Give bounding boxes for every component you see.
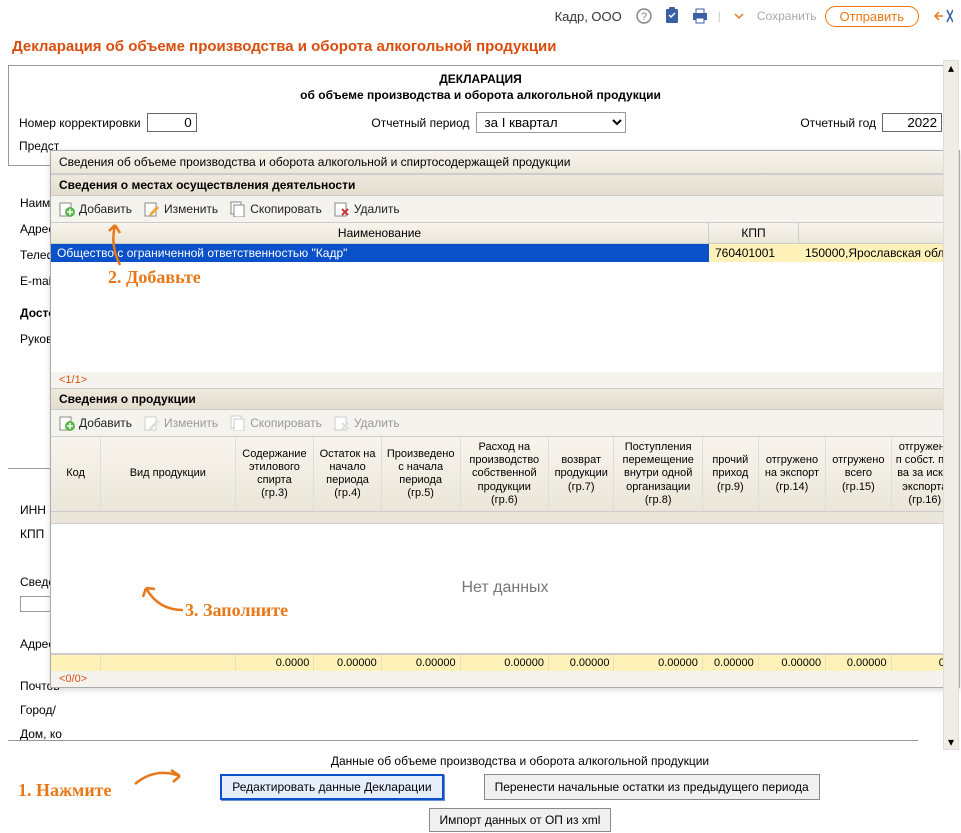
transfer-balances-button[interactable]: Перенести начальные остатки из предыдуще… [484, 774, 820, 800]
sum-cell: 0.00000 [314, 655, 381, 671]
bottom-area: Данные об объеме производства и оборота … [180, 754, 860, 832]
sum-cell: 0.00000 [461, 655, 549, 671]
company-name: Кадр, ООО [555, 9, 622, 24]
correction-input[interactable] [147, 113, 197, 132]
col-name: Наименование [51, 223, 709, 243]
year-label: Отчетный год [800, 116, 876, 130]
product-col: Остаток на начало периода (гр.4) [314, 437, 381, 511]
sum-cell: 0.00000 [549, 655, 614, 671]
sum-cell: 0.00000 [382, 655, 461, 671]
product-col: возврат продукции (гр.7) [549, 437, 614, 511]
help-icon[interactable]: ? [634, 6, 654, 26]
sum-cell: 0.00000 [703, 655, 759, 671]
declaration-subtitle: об объеме производства и оборота алкогол… [19, 88, 942, 102]
product-col: отгружено всего (гр.15) [826, 437, 891, 511]
import-xml-button[interactable]: Импорт данных от ОП из xml [429, 808, 612, 832]
edit-declaration-button[interactable]: Редактировать данные Декларации [220, 774, 443, 800]
section-products: Сведения о продукции [51, 388, 959, 410]
col-addr [799, 223, 959, 243]
add-product-button[interactable]: Добавить [59, 415, 132, 431]
delete-product-button: Удалить [334, 415, 400, 431]
product-col: Содержание этилового спирта (гр.3) [236, 437, 315, 511]
product-col: прочий приход (гр.9) [703, 437, 759, 511]
copy-icon [230, 415, 246, 431]
delete-icon [334, 415, 350, 431]
product-col: Вид продукции [101, 437, 235, 511]
copy-product-button: Скопировать [230, 415, 322, 431]
scrollbar[interactable]: ▴ ▾ [943, 60, 959, 750]
places-grid: Наименование КПП Общество с ограниченной… [51, 222, 959, 372]
delete-icon [334, 201, 350, 217]
add-place-button[interactable]: Добавить [59, 201, 132, 217]
document-title: Декларация об объеме производства и обор… [0, 32, 961, 61]
correction-label: Номер корректировки [19, 116, 141, 130]
products-sum-row: 0.00000.000000.000000.000000.000000.0000… [51, 654, 959, 671]
sum-cell [51, 655, 101, 671]
product-col: Произведено с начала периода (гр.5) [382, 437, 461, 511]
product-col: отгружено на экспорт (гр.14) [759, 437, 826, 511]
clipboard-icon[interactable] [662, 6, 682, 26]
edit-place-button[interactable]: Изменить [144, 201, 218, 217]
edit-product-button: Изменить [144, 415, 218, 431]
close-icon[interactable] [933, 6, 953, 26]
place-row[interactable]: Общество с ограниченной ответственностью… [51, 244, 959, 262]
year-input[interactable] [882, 113, 942, 132]
product-col: Поступления перемещение внутри одной орг… [614, 437, 702, 511]
declaration-head: ДЕКЛАРАЦИЯ [19, 72, 942, 86]
sum-cell: 0.00000 [826, 655, 891, 671]
section-places: Сведения о местах осуществления деятельн… [51, 174, 959, 196]
chevron-down-icon[interactable] [729, 6, 749, 26]
edit-icon [144, 415, 160, 431]
products-grid-head: КодВид продукцииСодержание этилового спи… [51, 436, 959, 512]
save-button: Сохранить [757, 9, 817, 23]
period-select[interactable]: за I квартал [476, 112, 626, 133]
col-kpp: КПП [709, 223, 799, 243]
separator: | [718, 9, 721, 23]
dialog-title: Сведения об объеме производства и оборот… [51, 151, 959, 174]
svg-text:?: ? [641, 11, 647, 23]
products-pager: <0/0> [51, 671, 959, 687]
sum-cell: 0.00000 [614, 655, 702, 671]
app-topbar: Кадр, ООО ? | Сохранить Отправить [0, 0, 961, 32]
places-pager: <1/1> [51, 372, 959, 388]
period-label: Отчетный период [371, 116, 469, 130]
toolbar-places: Добавить Изменить Скопировать Удалить [51, 196, 959, 222]
delete-place-button[interactable]: Удалить [334, 201, 400, 217]
copy-place-button[interactable]: Скопировать [230, 201, 322, 217]
copy-icon [230, 201, 246, 217]
edit-icon [144, 201, 160, 217]
add-icon [59, 201, 75, 217]
sum-cell: 0.00000 [759, 655, 826, 671]
product-col: Расход на производство собственной проду… [461, 437, 549, 511]
add-icon [59, 415, 75, 431]
sum-cell [101, 655, 235, 671]
products-nodata: Нет данных [51, 524, 959, 654]
product-col: Код [51, 437, 101, 511]
print-icon[interactable] [690, 6, 710, 26]
send-button[interactable]: Отправить [825, 6, 919, 27]
arrow-icon [130, 762, 185, 790]
toolbar-products: Добавить Изменить Скопировать Удалить [51, 410, 959, 436]
sum-cell: 0.0000 [236, 655, 315, 671]
data-dialog: Сведения об объеме производства и оборот… [50, 150, 960, 688]
annotation-1: 1. Нажмите [18, 780, 112, 801]
bottom-title: Данные об объеме производства и оборота … [180, 754, 860, 768]
